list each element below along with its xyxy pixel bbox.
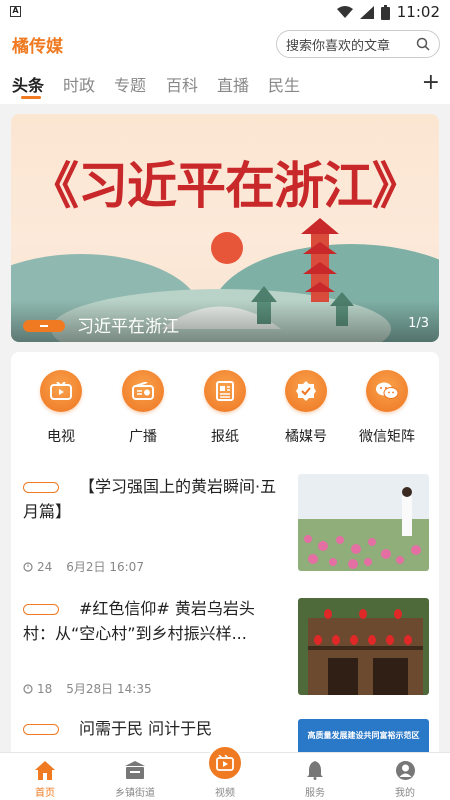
- news-tag-badge: [23, 604, 59, 615]
- building-icon: [125, 761, 145, 779]
- radio-icon: [122, 370, 164, 412]
- news-thumbnail: [298, 474, 429, 571]
- search-placeholder: 搜索你喜欢的文章: [286, 38, 391, 54]
- shortcut-label: 微信矩阵: [359, 429, 415, 445]
- news-date: 6月2日 16:07: [66, 560, 144, 574]
- nav-video[interactable]: 视频: [190, 745, 260, 799]
- news-meta: 18 5月28日 14:35: [23, 680, 152, 697]
- search-input[interactable]: 搜索你喜欢的文章: [276, 30, 440, 58]
- tab-zhibo[interactable]: 直播: [217, 72, 249, 96]
- wifi-icon: [336, 5, 353, 18]
- news-meta: 24 6月2日 16:07: [23, 558, 144, 575]
- nav-service[interactable]: 服务: [280, 759, 350, 799]
- badge-check-icon: [285, 370, 327, 412]
- news-tag-badge: [23, 482, 59, 493]
- news-title: 问需于民 问计于民: [23, 716, 285, 741]
- search-icon[interactable]: [416, 37, 430, 51]
- shortcut-wechat[interactable]: 微信矩阵: [352, 370, 422, 446]
- shortcut-label: 广播: [129, 429, 157, 445]
- bell-icon: [307, 760, 323, 780]
- thumbnail-caption: 高质量发展建设共同富裕示范区: [307, 731, 420, 740]
- nav-home[interactable]: 首页: [10, 759, 80, 799]
- views-icon: [23, 561, 33, 572]
- shortcut-label: 电视: [47, 429, 75, 445]
- shortcut-radio[interactable]: 广播: [108, 370, 178, 446]
- user-icon: [395, 760, 415, 780]
- banner-caption-overlay: [11, 300, 439, 342]
- nav-service-label: 服务: [305, 788, 325, 799]
- channel-tabs: 头条 时政 专题 百科 直播 民生 +: [0, 64, 450, 104]
- news-title-text: 问需于民 问计于民: [79, 719, 213, 738]
- news-views: 24: [37, 559, 53, 574]
- news-title-text: 【学习强国上的黄岩瞬间·五月篇】: [23, 477, 277, 521]
- tab-minsheng[interactable]: 民生: [268, 72, 300, 96]
- news-item[interactable]: #红色信仰# 黄岩乌岩头村：从“空心村”到乡村振兴样... 18 5月28日 1…: [23, 596, 429, 696]
- nav-towns-label: 乡镇街道: [115, 788, 155, 799]
- content-card: 电视 广播 报纸 橘媒号 微信矩阵 【学习强国上的黄岩瞬间·五月篇】 24 6月…: [11, 352, 439, 772]
- clock: 11:02: [396, 3, 440, 21]
- home-icon: [35, 760, 55, 780]
- app-notification-icon: A: [10, 6, 21, 17]
- nav-profile-label: 我的: [395, 788, 415, 799]
- status-bar: A 11:02: [0, 0, 450, 24]
- add-channel-icon[interactable]: +: [422, 70, 440, 95]
- shortcut-tv[interactable]: 电视: [26, 370, 96, 446]
- newspaper-icon: [204, 370, 246, 412]
- news-date: 5月28日 14:35: [66, 682, 152, 696]
- views-icon: [23, 683, 33, 694]
- banner-page-indicator: 1/3: [408, 316, 429, 331]
- news-title: #红色信仰# 黄岩乌岩头村：从“空心村”到乡村振兴样...: [23, 596, 285, 646]
- status-icons: 11:02: [336, 3, 440, 21]
- wechat-icon: [366, 370, 408, 412]
- nav-towns[interactable]: 乡镇街道: [100, 759, 170, 799]
- battery-icon: [380, 4, 390, 20]
- tab-toutiao[interactable]: 头条: [12, 72, 44, 96]
- signal-icon: [359, 5, 374, 19]
- shortcut-label: 报纸: [211, 429, 239, 445]
- banner-tag-badge: [23, 320, 65, 332]
- active-tab-indicator: [21, 96, 41, 99]
- news-item[interactable]: 【学习强国上的黄岩瞬间·五月篇】 24 6月2日 16:07: [23, 474, 429, 574]
- news-title: 【学习强国上的黄岩瞬间·五月篇】: [23, 474, 285, 524]
- tab-shizheng[interactable]: 时政: [63, 72, 95, 96]
- app-header: 橘传媒 搜索你喜欢的文章: [0, 24, 450, 64]
- app-logo: 橘传媒: [12, 37, 63, 57]
- shortcut-label: 橘媒号: [285, 429, 327, 445]
- shortcut-newspaper[interactable]: 报纸: [190, 370, 260, 446]
- tab-zhuanti[interactable]: 专题: [114, 72, 146, 96]
- tv-icon: [40, 370, 82, 412]
- video-icon: [207, 745, 243, 781]
- banner-caption: 习近平在浙江: [77, 317, 179, 337]
- banner-carousel[interactable]: 《习近平在浙江》 习近平在浙江 1/3: [11, 114, 439, 342]
- news-tag-badge: [23, 724, 59, 735]
- news-views: 18: [37, 681, 53, 696]
- nav-profile[interactable]: 我的: [370, 759, 440, 799]
- bottom-navigation: 首页 乡镇街道 视频 服务 我的: [0, 745, 450, 800]
- shortcut-media-account[interactable]: 橘媒号: [271, 370, 341, 446]
- nav-home-label: 首页: [35, 788, 55, 799]
- news-thumbnail: [298, 598, 429, 695]
- tab-baike[interactable]: 百科: [166, 72, 198, 96]
- nav-video-label: 视频: [215, 788, 235, 799]
